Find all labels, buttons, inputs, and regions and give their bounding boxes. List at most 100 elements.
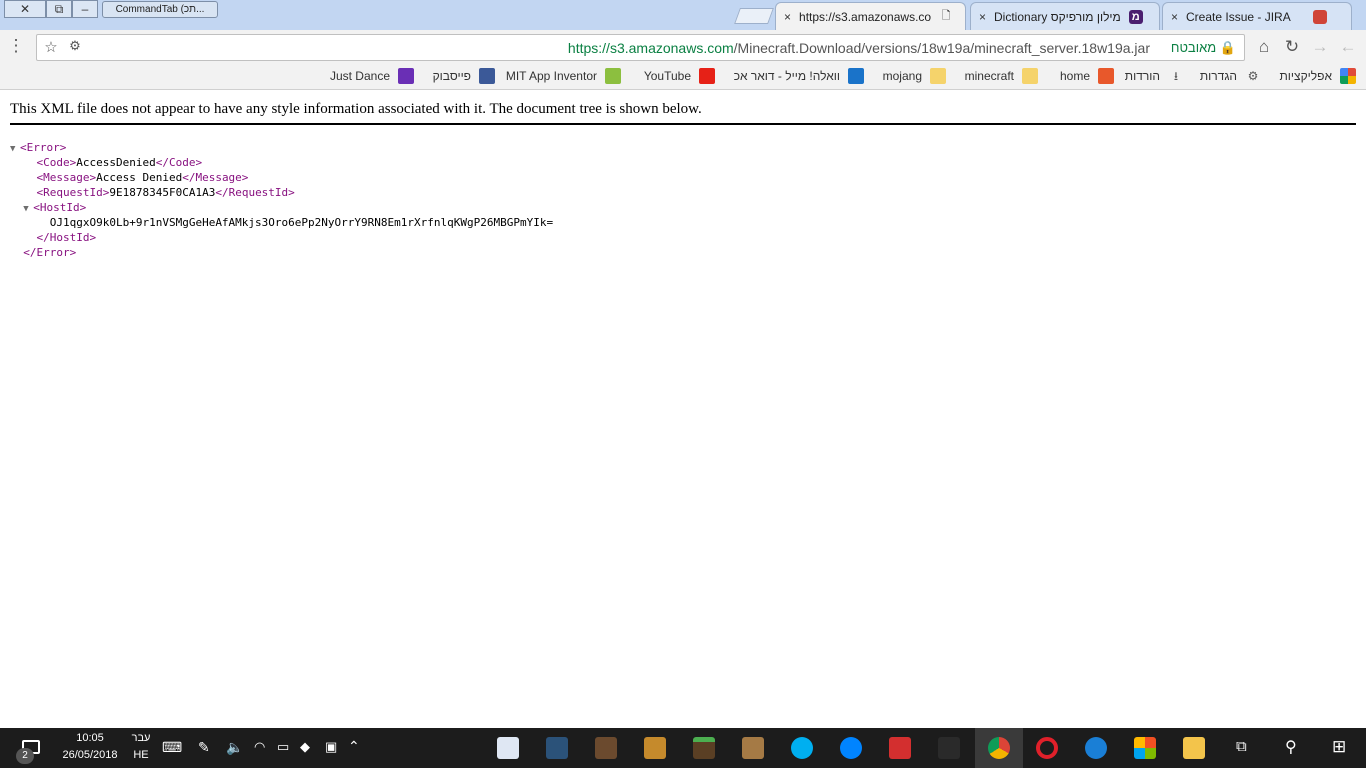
bookmark-minecraft[interactable]: minecraft: [965, 68, 1038, 84]
tab-close-icon[interactable]: ×: [784, 10, 791, 24]
app-icon-gray[interactable]: [938, 737, 960, 759]
restore-window-button[interactable]: ⧉: [46, 0, 72, 18]
bookmark-label: mojang: [882, 69, 922, 83]
tab-close-icon[interactable]: ×: [979, 10, 986, 24]
bookmark-settings[interactable]: הגדרות ⚙: [1200, 68, 1261, 84]
url-host: s3.amazonaws.com: [609, 40, 734, 56]
file-explorer-icon[interactable]: [1183, 737, 1205, 759]
tab-title: https://s3.amazonaws.co: [799, 9, 932, 24]
bookmark-label: home: [1059, 69, 1090, 83]
xml-line-error-open[interactable]: ▼ <Error>: [10, 140, 553, 155]
app-icon-crate[interactable]: [742, 737, 764, 759]
bookmark-mojang[interactable]: mojang: [883, 68, 946, 84]
input-language-bottom[interactable]: HE: [128, 749, 154, 761]
bookmark-label: Just Dance: [329, 69, 390, 83]
battery-icon[interactable]: ▭: [277, 739, 289, 755]
home-icon[interactable]: ⌂: [1254, 37, 1274, 57]
pen-icon[interactable]: ✎: [198, 739, 210, 756]
app-inventor-icon: [605, 68, 621, 84]
menu-dots-icon[interactable]: ⋮: [6, 36, 26, 56]
address-bar[interactable]: ☆ ⚙ https://s3.amazonaws.com/Minecraft.D…: [36, 34, 1245, 61]
secure-indicator[interactable]: מאובטח 🔒: [1171, 40, 1236, 56]
folder-icon: [1022, 68, 1038, 84]
app-icon-minecraft-chest[interactable]: [644, 737, 666, 759]
back-icon[interactable]: ←: [1338, 37, 1358, 57]
close-window-button[interactable]: ✕: [4, 0, 46, 18]
chevron-up-icon[interactable]: ⌃: [348, 738, 360, 755]
keyboard-icon[interactable]: ⌨: [162, 739, 182, 756]
xml-tag: </Code>: [155, 156, 203, 169]
skype-icon[interactable]: [791, 737, 813, 759]
bookmark-youtube[interactable]: YouTube: [644, 68, 715, 84]
bookmark-facebook[interactable]: פייסבוק: [433, 68, 495, 84]
bookmark-just-dance[interactable]: Just Dance: [330, 68, 414, 84]
bookmark-label: וואלה! מייל - דואר אכ: [733, 69, 840, 83]
xml-tree: ▼ <Error> <Code>AccessDenied</Code> <Mess…: [10, 140, 553, 260]
tab-s3-amazonaws[interactable]: × https://s3.amazonaws.co 🗋: [775, 2, 966, 30]
bookmark-label: minecraft: [964, 69, 1014, 83]
xml-tag: </RequestId>: [215, 186, 295, 199]
xml-tag: <Message>: [36, 171, 97, 184]
notice-divider: [10, 123, 1356, 125]
tab-morfix-dictionary[interactable]: × Dictionary מילון מורפיקס מ: [970, 2, 1160, 30]
reload-icon[interactable]: ↻: [1282, 37, 1302, 57]
xml-line-hostid-open[interactable]: ▼ <HostId>: [10, 200, 553, 215]
bookmark-label: הורדות: [1124, 69, 1160, 83]
bookmark-apps[interactable]: אפליקציות: [1280, 68, 1356, 84]
tab-strip: ✕ ⧉ – CommandTab (תכ... × https://s3.ama…: [0, 0, 1366, 30]
just-dance-icon: [398, 68, 414, 84]
xml-tag: <Error>: [20, 141, 67, 154]
xml-line-hostid-value: OJ1qgxO9k0Lb+9r1nVSMgGeHeAfAMkjs3Oro6ePp…: [10, 215, 553, 230]
forward-icon[interactable]: →: [1310, 37, 1330, 57]
commandtab-window-label[interactable]: CommandTab (תכ...: [102, 1, 218, 18]
xml-line-error-close: </Error>: [10, 245, 553, 260]
search-icon[interactable]: ⚲: [1285, 737, 1297, 757]
facebook-icon: [479, 68, 495, 84]
chrome-icon: [988, 737, 1010, 759]
edge-icon[interactable]: [1085, 737, 1107, 759]
bookmark-home[interactable]: home: [1060, 68, 1114, 84]
bookmark-star-icon[interactable]: ☆: [41, 38, 61, 56]
tab-close-icon[interactable]: ×: [1171, 10, 1178, 24]
new-tab-button[interactable]: [734, 8, 774, 24]
app-icon-grass-block[interactable]: [693, 737, 715, 759]
opera-icon[interactable]: [1036, 737, 1058, 759]
volume-icon[interactable]: 🔈: [226, 739, 243, 756]
app-icon-filmora[interactable]: [546, 737, 568, 759]
url-text[interactable]: https://s3.amazonaws.com/Minecraft.Downl…: [568, 40, 1150, 56]
walla-icon: [848, 68, 864, 84]
xml-style-notice: This XML file does not appear to have an…: [10, 101, 702, 117]
tab-create-issue-jira[interactable]: × Create Issue - JIRA: [1162, 2, 1352, 30]
url-scheme: https://: [567, 40, 610, 56]
store-icon[interactable]: [1134, 737, 1156, 759]
browser-toolbar: ⋮ ☆ ⚙ https://s3.amazonaws.com/Minecraft…: [0, 30, 1366, 64]
xml-tag: <Code>: [36, 156, 77, 169]
close-icon: ✕: [19, 2, 31, 16]
network-icon[interactable]: ▣: [325, 739, 337, 755]
site-info-icon[interactable]: ⚙: [65, 38, 85, 54]
bookmark-downloads[interactable]: הורדות ⭳: [1125, 68, 1184, 84]
notification-count: 2: [16, 748, 34, 764]
input-language-top[interactable]: עבר: [128, 732, 154, 744]
wifi-icon[interactable]: ◠: [254, 739, 265, 755]
windows-start-icon[interactable]: ⊞: [1332, 737, 1346, 757]
download-icon: ⭳: [1173, 69, 1179, 83]
defender-icon[interactable]: ◆: [300, 739, 310, 755]
secure-label: מאובטח: [1170, 40, 1217, 55]
app-icon-minecraft[interactable]: [595, 737, 617, 759]
bookmark-label: פייסבוק: [432, 69, 471, 83]
bookmark-label: MIT App Inventor: [505, 69, 597, 83]
task-view-icon[interactable]: ⧉: [1236, 738, 1247, 755]
whatsapp-icon[interactable]: [889, 737, 911, 759]
xml-value: AccessDenied: [76, 156, 156, 169]
clock-date[interactable]: 26/05/2018: [55, 749, 125, 761]
clock-time[interactable]: 10:05: [60, 732, 120, 744]
bookmark-mit-app-inventor[interactable]: MIT App Inventor: [506, 68, 621, 84]
chrome-taskbar-active[interactable]: [975, 728, 1023, 768]
minimize-window-button[interactable]: –: [72, 0, 98, 18]
xml-tag: </HostId>: [36, 231, 97, 244]
messenger-icon[interactable]: [840, 737, 862, 759]
app-icon-snipping[interactable]: [497, 737, 519, 759]
page-content: This XML file does not appear to have an…: [0, 90, 1366, 728]
bookmark-walla[interactable]: וואלה! מייל - דואר אכ: [734, 68, 864, 84]
